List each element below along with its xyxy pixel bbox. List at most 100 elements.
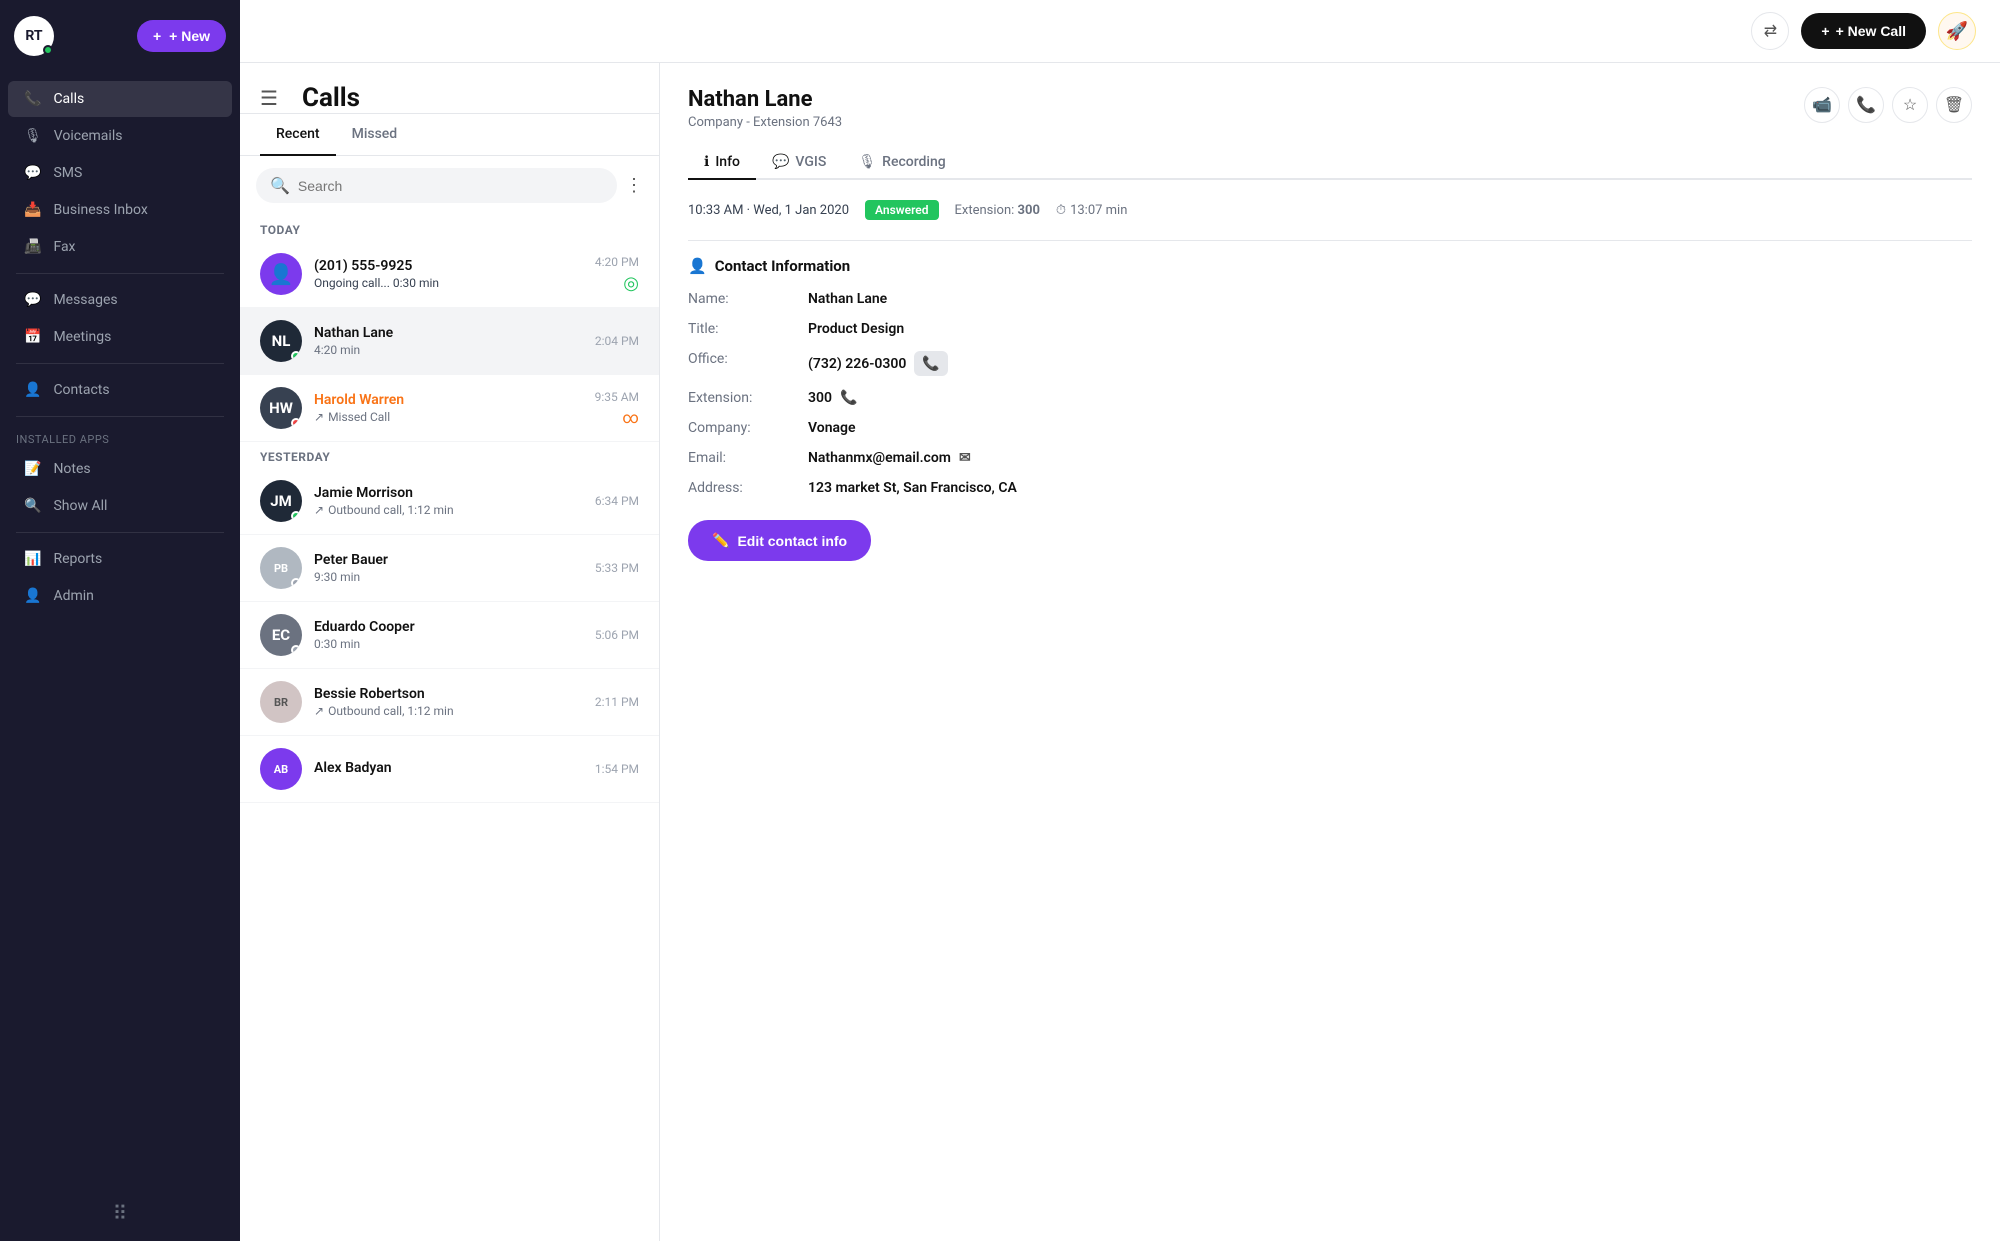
- video-button[interactable]: 📹: [1804, 87, 1840, 123]
- list-item[interactable]: HW Harold Warren ↗ Missed Call 9:35 AM ∞: [240, 375, 659, 442]
- sidebar-item-voicemails[interactable]: 🎙 Voicemails: [8, 118, 232, 154]
- sidebar-item-notes[interactable]: 📝 Notes: [8, 451, 232, 487]
- voicemail-icon: ∞: [623, 408, 639, 427]
- call-status: ↗ Outbound call, 1:12 min: [314, 704, 583, 718]
- sidebar-item-fax[interactable]: 📠 Fax: [8, 229, 232, 265]
- sidebar-item-admin[interactable]: 👤 Admin: [8, 578, 232, 614]
- sidebar-divider-3: [16, 416, 224, 417]
- section-label-today: TODAY: [240, 215, 659, 241]
- field-value-email: Nathanmx@email.com ✉: [808, 450, 971, 466]
- ongoing-icon: ◎: [623, 273, 639, 294]
- sidebar-item-business-inbox[interactable]: 📥 Business Inbox: [8, 192, 232, 228]
- call-status: ↗ Outbound call, 1:12 min: [314, 503, 583, 517]
- field-label-office: Office:: [688, 351, 808, 367]
- messages-icon: 💬: [24, 292, 41, 308]
- duration-label: ⏱ 13:07 min: [1056, 203, 1127, 218]
- call-avatar: HW: [260, 387, 302, 429]
- call-right: 2:11 PM: [595, 695, 639, 709]
- installed-apps-label: INSTALLED APPS: [0, 425, 240, 450]
- list-item[interactable]: PB Peter Bauer 9:30 min 5:33 PM: [240, 535, 659, 602]
- new-button[interactable]: + + New: [137, 20, 226, 52]
- caller-name: Bessie Robertson: [314, 686, 583, 702]
- new-call-button[interactable]: + + New Call: [1801, 13, 1926, 49]
- list-item[interactable]: 👤 (201) 555-9925 Ongoing call... 0:30 mi…: [240, 241, 659, 308]
- call-time: 2:11 PM: [595, 695, 639, 709]
- tab-recording[interactable]: 🎙 Recording: [842, 146, 961, 180]
- sidebar-item-reports[interactable]: 📊 Reports: [8, 541, 232, 577]
- sidebar-item-show-all[interactable]: 🔍 Show All: [8, 488, 232, 524]
- call-avatar: BR: [260, 681, 302, 723]
- top-bar: ⇄ + + New Call 🚀: [240, 0, 2000, 63]
- field-value-name: Nathan Lane: [808, 291, 887, 307]
- call-info: Alex Badyan: [314, 760, 583, 778]
- call-avatar: 👤: [260, 253, 302, 295]
- edit-contact-button[interactable]: ✏️ Edit contact info: [688, 520, 871, 561]
- phone-button[interactable]: 📞: [1848, 87, 1884, 123]
- call-time: 5:33 PM: [595, 561, 639, 575]
- sidebar-divider-2: [16, 363, 224, 364]
- call-meta: 10:33 AM · Wed, 1 Jan 2020 Answered Exte…: [688, 200, 1972, 220]
- email-icon[interactable]: ✉: [959, 450, 971, 466]
- call-time: 2:04 PM: [595, 334, 639, 348]
- sync-button[interactable]: ⇄: [1751, 12, 1789, 50]
- contact-info-section: 👤 Contact Information Name: Nathan Lane …: [688, 240, 1972, 561]
- sidebar-divider-4: [16, 532, 224, 533]
- sidebar-header: RT + + New: [0, 0, 240, 72]
- extension-call-icon[interactable]: 📞: [840, 390, 857, 406]
- field-value-company: Vonage: [808, 420, 856, 436]
- search-icon: 🔍: [270, 176, 290, 195]
- status-dot-red: [291, 418, 301, 428]
- phone-icon: 📞: [1856, 95, 1876, 115]
- caller-name: Alex Badyan: [314, 760, 583, 776]
- search-input-wrap: 🔍: [256, 168, 617, 203]
- call-avatar: JM: [260, 480, 302, 522]
- show-all-icon: 🔍: [24, 498, 41, 514]
- business-inbox-icon: 📥: [24, 202, 41, 218]
- sidebar-item-messages[interactable]: 💬 Messages: [8, 282, 232, 318]
- search-input[interactable]: [298, 178, 603, 194]
- detail-tabs: ℹ Info 💬 VGIS 🎙 Recording: [688, 146, 1972, 180]
- sidebar-item-calls[interactable]: 📞 Calls: [8, 81, 232, 117]
- hamburger-icon[interactable]: ☰: [260, 86, 278, 110]
- reports-icon: 📊: [24, 551, 41, 567]
- star-button[interactable]: ☆: [1892, 87, 1928, 123]
- list-item[interactable]: EC Eduardo Cooper 0:30 min 5:06 PM: [240, 602, 659, 669]
- call-right: 5:33 PM: [595, 561, 639, 575]
- rocket-button[interactable]: 🚀: [1938, 12, 1976, 50]
- meetings-icon: 📅: [24, 329, 41, 345]
- admin-icon: 👤: [24, 588, 41, 604]
- info-row-title: Title: Product Design: [688, 321, 1972, 337]
- call-office-button[interactable]: 📞: [914, 351, 947, 376]
- tab-recent[interactable]: Recent: [260, 114, 336, 156]
- list-item[interactable]: AB Alex Badyan 1:54 PM: [240, 736, 659, 803]
- sync-icon: ⇄: [1764, 21, 1777, 41]
- call-right: 1:54 PM: [595, 762, 639, 776]
- contacts-icon: 👤: [24, 382, 41, 398]
- vgis-icon: 💬: [772, 154, 789, 170]
- delete-button[interactable]: 🗑: [1936, 87, 1972, 123]
- call-right: 6:34 PM: [595, 494, 639, 508]
- status-dot-green: [291, 351, 301, 361]
- recording-icon: 🎙: [858, 154, 876, 170]
- grid-icon[interactable]: ⠿: [113, 1201, 128, 1225]
- caller-name: Nathan Lane: [314, 325, 583, 341]
- avatar[interactable]: RT: [14, 16, 54, 56]
- call-avatar: EC: [260, 614, 302, 656]
- notes-icon: 📝: [24, 461, 41, 477]
- sidebar-item-sms[interactable]: 💬 SMS: [8, 155, 232, 191]
- sidebar-item-meetings[interactable]: 📅 Meetings: [8, 319, 232, 355]
- call-info: Harold Warren ↗ Missed Call: [314, 392, 583, 424]
- tab-vgis[interactable]: 💬 VGIS: [756, 146, 842, 180]
- list-item[interactable]: BR Bessie Robertson ↗ Outbound call, 1:1…: [240, 669, 659, 736]
- contact-info-title: 👤 Contact Information: [688, 257, 1972, 275]
- sidebar-item-contacts[interactable]: 👤 Contacts: [8, 372, 232, 408]
- list-item[interactable]: JM Jamie Morrison ↗ Outbound call, 1:12 …: [240, 468, 659, 535]
- rocket-icon: 🚀: [1946, 21, 1968, 42]
- tab-info[interactable]: ℹ Info: [688, 146, 756, 180]
- more-options-icon[interactable]: ⋮: [625, 175, 643, 196]
- tab-missed[interactable]: Missed: [336, 114, 414, 156]
- list-item[interactable]: NL Nathan Lane 4:20 min 2:04 PM: [240, 308, 659, 375]
- status-dot-gray: [291, 578, 301, 588]
- call-tabs: Recent Missed: [240, 114, 659, 156]
- field-label-extension: Extension:: [688, 390, 808, 406]
